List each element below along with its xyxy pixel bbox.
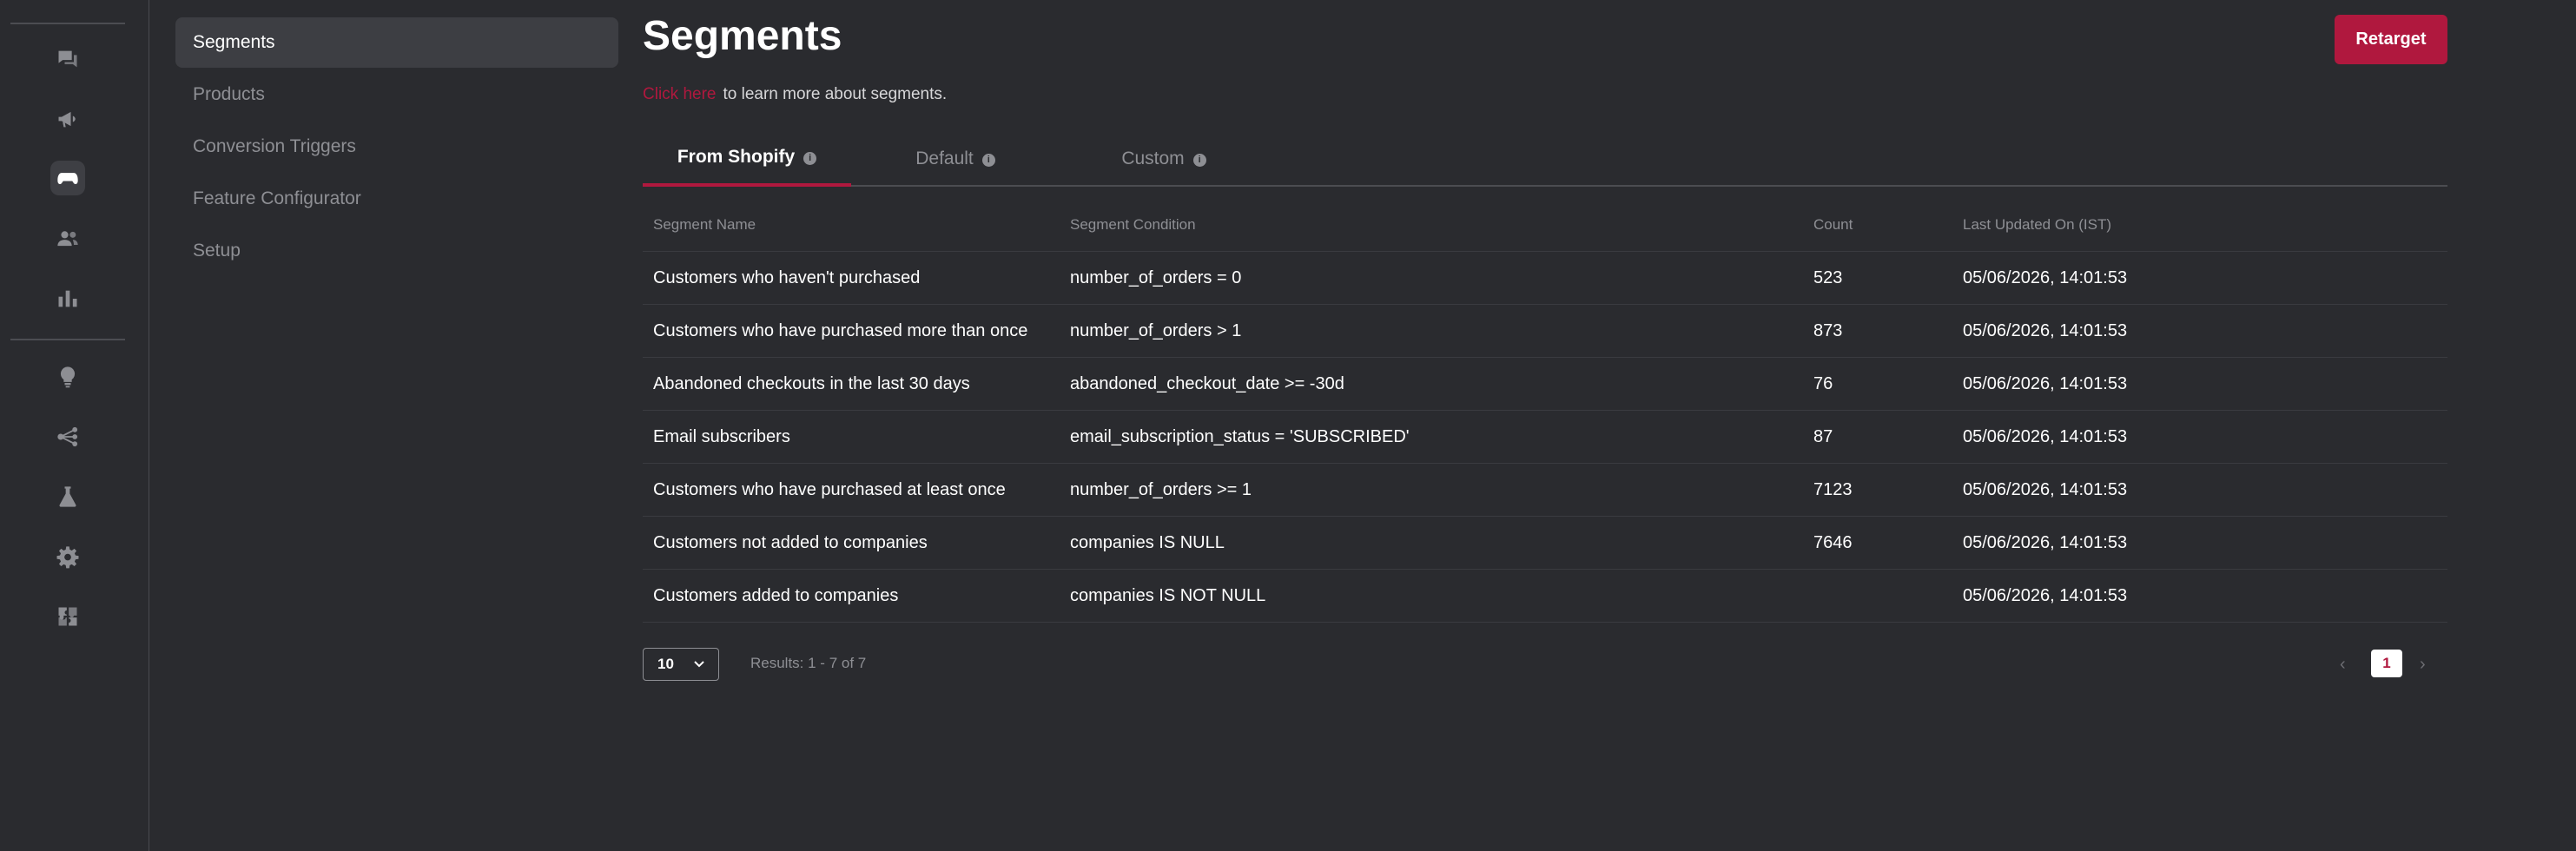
segment-name-cell: Customers added to companies: [653, 585, 899, 605]
column-header-segment-name[interactable]: Segment Name: [653, 216, 756, 234]
info-icon[interactable]: i: [1192, 153, 1206, 167]
learn-more-text: to learn more about segments.: [723, 85, 948, 103]
share-nodes-icon[interactable]: [50, 419, 85, 454]
count-cell: 76: [1813, 373, 1833, 393]
pagination-bar: 10 Results: 1 - 7 of 7 ‹ 1 ›: [643, 648, 2447, 683]
segment-name-cell: Email subscribers: [653, 426, 790, 446]
next-page-icon[interactable]: ›: [2420, 655, 2426, 675]
icon-rail: [0, 0, 149, 851]
megaphone-icon[interactable]: [50, 102, 85, 136]
table-header: Segment Name Segment Condition Count Las…: [643, 198, 2447, 252]
segments-table: Segment Name Segment Condition Count Las…: [643, 198, 2447, 623]
segment-name-cell: Customers who have purchased at least on…: [653, 479, 1006, 499]
last-updated-cell: 05/06/2026, 14:01:53: [1963, 479, 2128, 499]
count-cell: 873: [1813, 320, 1843, 340]
info-icon[interactable]: i: [981, 153, 995, 167]
segment-tabs: From Shopify i Default i Custom i: [643, 130, 2447, 187]
page-title: Segments: [643, 13, 842, 59]
page-size-select[interactable]: 10: [643, 648, 719, 681]
sub-navigation: Segments Products Conversion Triggers Fe…: [175, 17, 618, 278]
count-cell: 7123: [1813, 479, 1853, 499]
chevron-down-icon: [694, 661, 704, 668]
gear-icon[interactable]: [50, 539, 85, 574]
segment-condition-cell: number_of_orders >= 1: [1070, 479, 1252, 499]
column-header-count[interactable]: Count: [1813, 216, 1853, 234]
info-icon[interactable]: i: [803, 151, 817, 165]
table-row[interactable]: Customers who have purchased at least on…: [643, 464, 2447, 517]
table-row[interactable]: Customers who haven't purchased number_o…: [643, 252, 2447, 305]
segment-condition-cell: abandoned_checkout_date >= -30d: [1070, 373, 1344, 393]
segment-condition-cell: number_of_orders > 1: [1070, 320, 1242, 340]
subnav-item-setup[interactable]: Setup: [175, 226, 618, 276]
last-updated-cell: 05/06/2026, 14:01:53: [1963, 267, 2128, 287]
tab-default[interactable]: Default i: [851, 130, 1060, 187]
flask-icon[interactable]: [50, 479, 85, 514]
lightbulb-icon[interactable]: [50, 360, 85, 394]
rail-divider-top: [10, 23, 125, 24]
segment-name-cell: Customers not added to companies: [653, 532, 928, 552]
last-updated-cell: 05/06/2026, 14:01:53: [1963, 426, 2128, 446]
count-cell: 87: [1813, 426, 1833, 446]
subnav-item-segments[interactable]: Segments: [175, 17, 618, 68]
current-page-button[interactable]: 1: [2371, 650, 2402, 677]
segment-condition-cell: email_subscription_status = 'SUBSCRIBED': [1070, 426, 1410, 446]
segment-name-cell: Customers who haven't purchased: [653, 267, 921, 287]
users-icon[interactable]: [50, 221, 85, 256]
column-header-segment-condition[interactable]: Segment Condition: [1070, 216, 1196, 234]
page-size-value: 10: [657, 656, 674, 672]
tab-from-shopify[interactable]: From Shopify i: [643, 130, 851, 187]
last-updated-cell: 05/06/2026, 14:01:53: [1963, 373, 2128, 393]
puzzle-icon[interactable]: [50, 599, 85, 634]
rail-divider-middle: [10, 339, 125, 340]
last-updated-cell: 05/06/2026, 14:01:53: [1963, 585, 2128, 605]
app-root: Segments Products Conversion Triggers Fe…: [0, 0, 2576, 851]
subnav-item-products[interactable]: Products: [175, 69, 618, 120]
last-updated-cell: 05/06/2026, 14:01:53: [1963, 320, 2128, 340]
tab-label: Default: [915, 148, 974, 168]
learn-more-line: Click here to learn more about segments.: [643, 85, 947, 104]
table-row[interactable]: Abandoned checkouts in the last 30 days …: [643, 358, 2447, 411]
gamepad-icon[interactable]: [50, 161, 85, 195]
results-summary: Results: 1 - 7 of 7: [750, 655, 867, 671]
count-cell: 523: [1813, 267, 1843, 287]
column-header-last-updated[interactable]: Last Updated On (IST): [1963, 216, 2111, 234]
learn-more-link[interactable]: Click here: [643, 85, 716, 103]
main-content: Segments Retarget Click here to learn mor…: [643, 0, 2449, 851]
subnav-item-conversion-triggers[interactable]: Conversion Triggers: [175, 122, 618, 172]
retarget-button[interactable]: Retarget: [2335, 15, 2447, 64]
table-row[interactable]: Customers not added to companies compani…: [643, 517, 2447, 570]
count-cell: 7646: [1813, 532, 1853, 552]
previous-page-icon[interactable]: ‹: [2340, 655, 2346, 675]
bar-chart-icon[interactable]: [50, 281, 85, 316]
table-row[interactable]: Email subscribers email_subscription_sta…: [643, 411, 2447, 464]
tab-label: From Shopify: [677, 146, 796, 167]
chat-icon[interactable]: [50, 42, 85, 76]
tab-custom[interactable]: Custom i: [1060, 130, 1268, 187]
segment-condition-cell: companies IS NULL: [1070, 532, 1225, 552]
table-row[interactable]: Customers added to companies companies I…: [643, 570, 2447, 623]
tab-label: Custom: [1121, 148, 1185, 168]
table-row[interactable]: Customers who have purchased more than o…: [643, 305, 2447, 358]
segment-name-cell: Abandoned checkouts in the last 30 days: [653, 373, 970, 393]
segment-condition-cell: number_of_orders = 0: [1070, 267, 1242, 287]
segment-condition-cell: companies IS NOT NULL: [1070, 585, 1266, 605]
last-updated-cell: 05/06/2026, 14:01:53: [1963, 532, 2128, 552]
subnav-item-feature-configurator[interactable]: Feature Configurator: [175, 174, 618, 224]
segment-name-cell: Customers who have purchased more than o…: [653, 320, 1028, 340]
